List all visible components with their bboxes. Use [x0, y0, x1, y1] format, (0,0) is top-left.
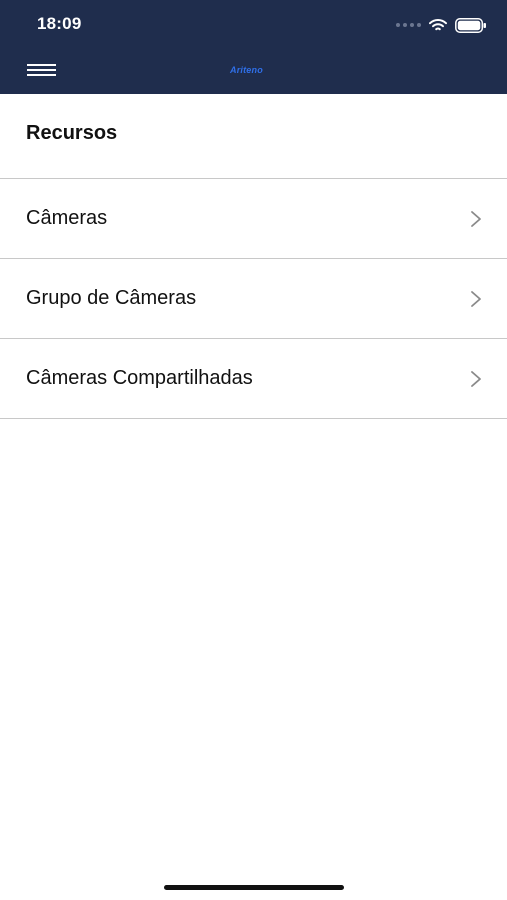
logo-text: Ariteno [230, 65, 263, 75]
list-item-camera-groups[interactable]: Grupo de Câmeras [0, 258, 507, 338]
home-indicator[interactable] [164, 885, 344, 890]
battery-icon [455, 17, 486, 33]
chevron-right-icon [471, 291, 481, 307]
list-item-label: Câmeras [26, 207, 108, 229]
list-item-label: Grupo de Câmeras [26, 287, 197, 309]
list-item-cameras[interactable]: Câmeras [0, 178, 507, 258]
status-time: 18:09 [37, 14, 82, 33]
hamburger-icon[interactable] [27, 64, 56, 78]
signal-icon [396, 23, 421, 27]
list-item-shared-cameras[interactable]: Câmeras Compartilhadas [0, 338, 507, 419]
app-header: 18:09 Ariteno [0, 0, 507, 94]
status-icons [396, 16, 487, 34]
resource-list: Câmeras Grupo de Câmeras Câmeras Compart… [0, 178, 507, 419]
chevron-right-icon [471, 371, 481, 387]
chevron-right-icon [471, 211, 481, 227]
wifi-icon [429, 19, 447, 31]
list-item-label: Câmeras Compartilhadas [26, 367, 253, 389]
page-title: Recursos [26, 122, 118, 144]
app-logo: Ariteno [230, 63, 280, 77]
